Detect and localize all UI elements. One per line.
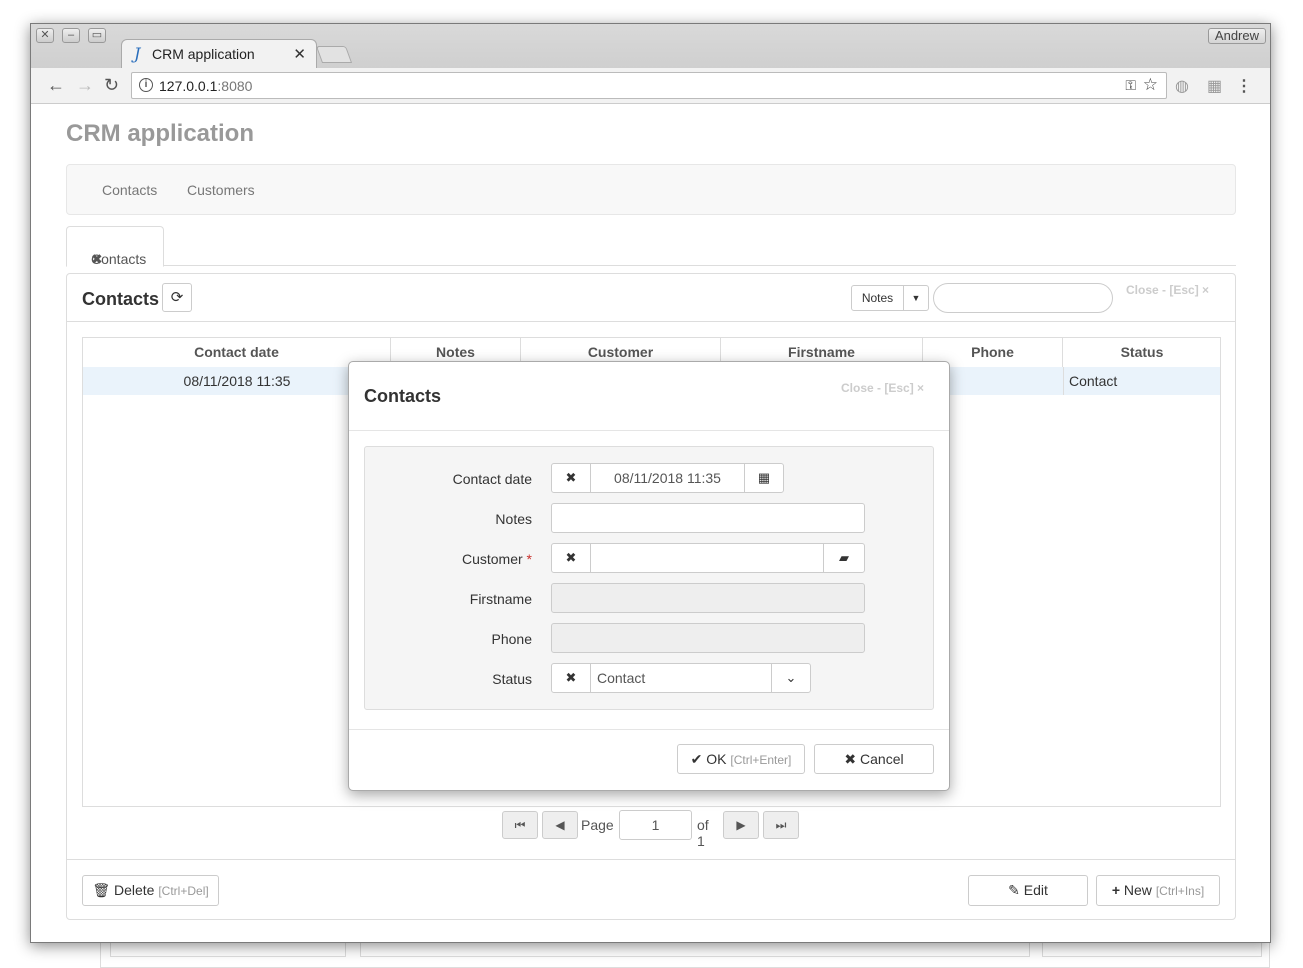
browser-tab-strip: ✕ – ▭ J CRM application ✕ Andrew bbox=[31, 24, 1270, 68]
nav-contacts[interactable]: Contacts bbox=[102, 182, 157, 198]
edit-button[interactable]: ✎ Edit bbox=[968, 875, 1088, 906]
previous-page-icon[interactable]: ◀ bbox=[542, 811, 578, 839]
grid-extension-icon[interactable]: ▦ bbox=[1207, 76, 1222, 96]
search-input[interactable] bbox=[933, 283, 1113, 313]
contact-date-field: ✖ 08/11/2018 11:35 ▦ bbox=[551, 463, 784, 493]
first-page-icon[interactable]: ⏮ bbox=[502, 811, 538, 839]
firstname-label: Firstname bbox=[469, 591, 532, 607]
open-tabs: Contacts ✖ bbox=[66, 226, 1236, 267]
tab-contacts[interactable]: Contacts ✖ bbox=[66, 226, 164, 267]
window-minimize-icon[interactable]: – bbox=[62, 28, 80, 43]
browser-menu-icon[interactable]: ⋮ bbox=[1236, 76, 1252, 96]
phone-input bbox=[551, 623, 865, 653]
dialog-form: Contact date ✖ 08/11/2018 11:35 ▦ Notes … bbox=[364, 446, 934, 710]
calendar-icon[interactable]: ▦ bbox=[744, 463, 784, 493]
key-icon[interactable]: ⚿ bbox=[1125, 77, 1136, 94]
page-count-label: of 1 bbox=[697, 817, 709, 849]
address-bar[interactable]: i 127.0.0.1:8080 ⚿ ☆ bbox=[131, 72, 1167, 99]
clear-circle-icon[interactable]: ✖ bbox=[551, 463, 591, 493]
clear-circle-icon[interactable]: ✖ bbox=[551, 663, 591, 693]
notes-label: Notes bbox=[495, 511, 532, 527]
phone-label: Phone bbox=[491, 631, 532, 647]
profile-button[interactable]: Andrew bbox=[1207, 28, 1266, 44]
dialog-title: Contacts bbox=[364, 386, 442, 406]
page-label: Page bbox=[581, 817, 614, 833]
globe-extension-icon[interactable]: ◍ bbox=[1175, 76, 1189, 96]
browser-tab-title: CRM application bbox=[152, 46, 255, 62]
check-icon: ✔ bbox=[690, 751, 703, 767]
status-label: Status bbox=[492, 671, 532, 687]
notes-input[interactable] bbox=[551, 503, 865, 533]
forward-arrow-icon[interactable]: → bbox=[76, 75, 94, 96]
browser-tab[interactable]: J CRM application ✕ bbox=[121, 39, 317, 68]
column-header-status[interactable]: Status bbox=[1063, 338, 1221, 367]
required-mark: * bbox=[526, 551, 532, 567]
app-navbar: Contacts Customers bbox=[66, 164, 1236, 215]
window-maximize-icon[interactable]: ▭ bbox=[88, 28, 106, 43]
url-text: 127.0.0.1:8080 bbox=[159, 78, 253, 94]
info-icon[interactable]: i bbox=[139, 78, 153, 92]
panel-header: Contacts ⟳ Notes ▼ Close - [Esc] × bbox=[67, 274, 1235, 322]
contact-dialog: Contacts Close - [Esc] × Contact date ✖ … bbox=[348, 361, 950, 791]
delete-button[interactable]: 🗑 Delete [Ctrl+Del] bbox=[82, 875, 219, 906]
status-field: ✖ Contact ⌄ bbox=[551, 663, 811, 693]
panel-footer: 🗑 Delete [Ctrl+Del] ✎ Edit + New [Ctrl+I… bbox=[67, 859, 1235, 920]
cancel-button[interactable]: ✖ Cancel bbox=[814, 744, 934, 774]
column-header-contact-date[interactable]: Contact date bbox=[83, 338, 391, 367]
close-tab-icon[interactable]: ✖ bbox=[91, 251, 103, 268]
contact-date-input[interactable]: 08/11/2018 11:35 bbox=[590, 463, 745, 493]
refresh-icon: ⟳ bbox=[170, 289, 184, 306]
plus-icon: + bbox=[1111, 882, 1121, 898]
customer-field: ✖ ▰ bbox=[551, 543, 865, 573]
panel-title: Contacts bbox=[82, 289, 160, 309]
new-button[interactable]: + New [Ctrl+Ins] bbox=[1096, 875, 1220, 906]
customer-label: Customer * bbox=[461, 551, 532, 567]
page-number-input[interactable]: 1 bbox=[619, 810, 692, 840]
refresh-button[interactable]: ⟳ bbox=[162, 283, 192, 312]
folder-open-icon[interactable]: ▰ bbox=[823, 543, 865, 573]
cell-contact-date: 08/11/2018 11:35 bbox=[183, 373, 291, 389]
edit-icon: ✎ bbox=[1008, 882, 1020, 898]
browser-toolbar: ← → ↻ i 127.0.0.1:8080 ⚿ ☆ ◍ ▦ ⋮ bbox=[31, 68, 1270, 104]
dialog-header: Contacts Close - [Esc] × bbox=[349, 362, 949, 431]
contact-date-label: Contact date bbox=[452, 471, 532, 487]
browser-window: ✕ – ▭ J CRM application ✕ Andrew ← → ↻ i… bbox=[30, 23, 1271, 943]
close-tab-icon[interactable]: ✕ bbox=[293, 45, 306, 63]
filter-field-caret-icon[interactable]: ▼ bbox=[903, 285, 929, 311]
dialog-close-link[interactable]: Close - [Esc] × bbox=[841, 381, 924, 395]
clear-circle-icon[interactable]: ✖ bbox=[551, 543, 591, 573]
nav-customers[interactable]: Customers bbox=[187, 182, 255, 198]
chevron-down-icon[interactable]: ⌄ bbox=[771, 663, 811, 693]
dialog-footer: ✔ OK [Ctrl+Enter] ✖ Cancel bbox=[349, 729, 949, 791]
last-page-icon[interactable]: ⏭ bbox=[763, 811, 799, 839]
app-title: CRM application bbox=[66, 120, 255, 147]
panel-close-link[interactable]: Close - [Esc] × bbox=[1126, 283, 1209, 297]
back-arrow-icon[interactable]: ← bbox=[47, 75, 65, 96]
new-tab-button[interactable] bbox=[315, 46, 353, 63]
times-icon: ✖ bbox=[844, 751, 857, 767]
cell-status: Contact bbox=[1063, 367, 1221, 395]
reload-icon[interactable]: ↻ bbox=[104, 75, 119, 96]
tab-favicon-icon: J bbox=[134, 44, 141, 63]
status-select[interactable]: Contact bbox=[590, 663, 772, 693]
window-close-icon[interactable]: ✕ bbox=[36, 28, 54, 43]
bookmark-star-icon[interactable]: ☆ bbox=[1143, 75, 1158, 95]
firstname-input bbox=[551, 583, 865, 613]
ok-button[interactable]: ✔ OK [Ctrl+Enter] bbox=[677, 744, 805, 774]
trash-icon: 🗑 bbox=[92, 882, 111, 898]
filter-field-select[interactable]: Notes bbox=[851, 285, 904, 311]
customer-input[interactable] bbox=[590, 543, 824, 573]
next-page-icon[interactable]: ▶ bbox=[723, 811, 759, 839]
